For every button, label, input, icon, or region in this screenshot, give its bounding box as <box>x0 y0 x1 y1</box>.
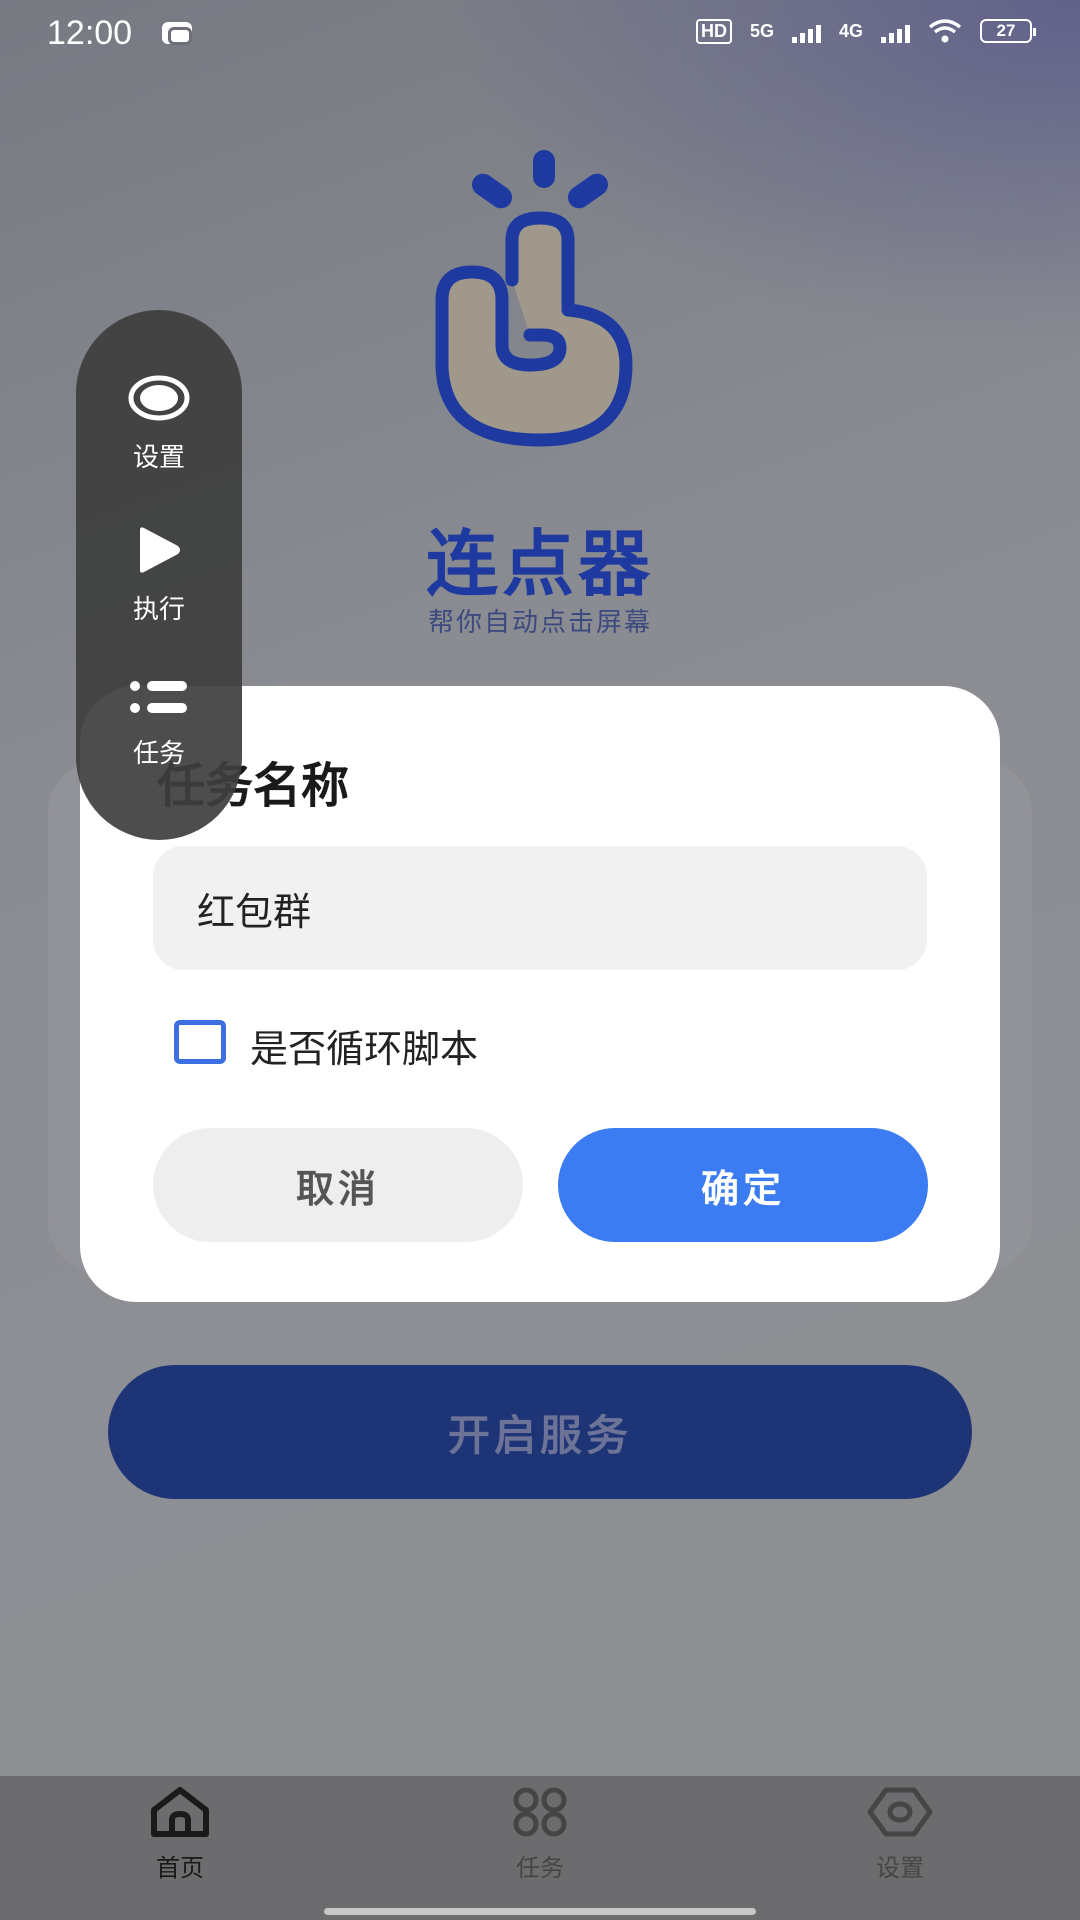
4g-label: 4G <box>838 20 863 41</box>
battery-icon: 27 <box>980 19 1036 43</box>
nav-label: 任务 <box>516 1854 564 1882</box>
floating-control-panel: 设置 执行 任务 <box>76 310 242 840</box>
signal-5g-icon <box>791 19 821 43</box>
cancel-button[interactable]: 取消 <box>153 1128 523 1242</box>
nav-item-settings[interactable]: 设置 <box>800 1786 1000 1883</box>
confirm-button[interactable]: 确定 <box>558 1128 928 1242</box>
float-item-label: 执行 <box>132 595 185 625</box>
bottom-navigation: 首页 任务 设置 <box>0 1776 1080 1920</box>
task-name-input[interactable] <box>153 846 927 970</box>
status-icons: HD 5G 4G 27 <box>695 18 1036 44</box>
list-icon <box>130 681 187 713</box>
signal-4g-icon <box>881 19 910 43</box>
nav-item-tasks[interactable]: 任务 <box>440 1786 640 1883</box>
play-icon <box>140 527 180 573</box>
nav-label: 设置 <box>876 1854 924 1882</box>
app-logo <box>435 150 633 447</box>
status-time: 12:00 <box>47 14 133 52</box>
float-item-label: 任务 <box>132 739 185 769</box>
float-item-tasks[interactable]: 任务 <box>76 678 242 770</box>
grid-icon <box>513 1787 567 1837</box>
nav-label: 首页 <box>156 1854 204 1882</box>
start-service-button[interactable]: 开启服务 <box>108 1365 972 1499</box>
float-item-label: 设置 <box>132 443 185 473</box>
loop-checkbox[interactable] <box>174 1020 226 1064</box>
float-item-settings[interactable]: 设置 <box>76 374 242 474</box>
wifi-icon <box>928 19 962 43</box>
eye-icon <box>128 375 190 421</box>
status-bar: 12:00 HD 5G 4G 27 <box>0 0 1080 70</box>
home-icon <box>151 1787 209 1837</box>
settings-icon <box>867 1787 933 1837</box>
float-item-execute[interactable]: 执行 <box>76 526 242 626</box>
hd-label: HD <box>695 18 732 44</box>
home-indicator[interactable] <box>324 1908 756 1915</box>
5g-label: 5G <box>749 20 774 41</box>
screen-record-icon <box>162 22 192 45</box>
loop-checkbox-label: 是否循环脚本 <box>250 1027 479 1071</box>
nav-item-home[interactable]: 首页 <box>80 1786 280 1883</box>
